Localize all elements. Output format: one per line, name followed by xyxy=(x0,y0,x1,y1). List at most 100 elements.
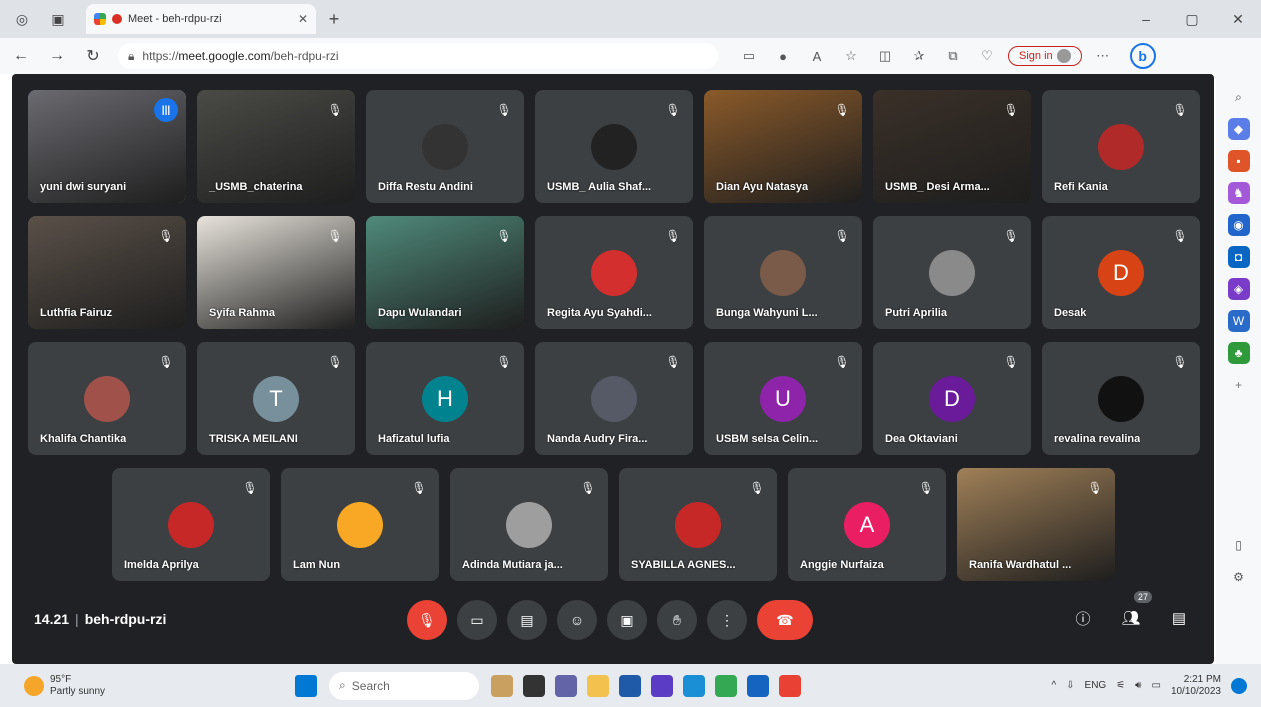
participant-tile[interactable]: 🎙︎ Dapu Wulandari xyxy=(366,216,524,329)
browser-tab-meet[interactable]: Meet - beh-rdpu-rzi ✕ xyxy=(86,4,316,34)
sidebar-outlook-icon[interactable]: ◘ xyxy=(1227,246,1250,268)
people-icon[interactable]: 👥︎ 27 xyxy=(1116,591,1152,633)
participant-tile[interactable]: D 🎙︎ Dea Oktaviani xyxy=(873,342,1031,455)
battery-icon[interactable]: ▭ xyxy=(1151,680,1160,691)
participant-tile[interactable]: H 🎙︎ Hafizatul lufia xyxy=(366,342,524,455)
camera-button[interactable]: ▭ xyxy=(457,600,497,640)
sidebar-games-icon[interactable]: ♞ xyxy=(1227,182,1250,204)
url-field[interactable]: 🔒︎ https://meet.google.com/beh-rdpu-rzi xyxy=(118,43,718,69)
participant-tile[interactable]: 🎙︎ Luthfia Fairuz xyxy=(28,216,186,329)
more-options-button[interactable]: ⋮ xyxy=(707,600,747,640)
participant-tile[interactable]: 🎙︎ Imelda Aprilya xyxy=(112,468,270,581)
participant-tile[interactable]: 🎙︎ USMB_ Aulia Shaf... xyxy=(535,90,693,203)
url-host: meet.google.com xyxy=(178,49,271,63)
more-menu-icon[interactable]: ⋯ xyxy=(1090,48,1116,64)
captions-button[interactable]: ▤ xyxy=(507,600,547,640)
tab-actions-icon[interactable]: ▣ xyxy=(44,5,72,33)
back-icon[interactable]: ← xyxy=(6,47,36,65)
sidebar-tree-icon[interactable]: ♣ xyxy=(1227,342,1250,364)
volume-icon[interactable]: 🔊︎ xyxy=(1135,680,1141,691)
participant-tile[interactable]: 🎙︎ Bunga Wahyuni L... xyxy=(704,216,862,329)
sidebar-shopping-icon[interactable]: ◆ xyxy=(1227,118,1250,140)
weather-widget[interactable]: 95°F Partly sunny xyxy=(24,674,105,698)
participant-name: Putri Aprilia xyxy=(885,307,947,319)
close-tab-icon[interactable]: ✕ xyxy=(298,12,308,26)
clock[interactable]: 2:21 PM 10/10/2023 xyxy=(1171,674,1221,698)
participant-tile[interactable]: A 🎙︎ Anggie Nurfaiza xyxy=(788,468,946,581)
file-explorer-icon[interactable] xyxy=(587,674,610,697)
participant-avatar xyxy=(591,376,637,422)
raise-hand-button[interactable]: ✋︎ xyxy=(657,600,697,640)
sidebar-search-icon[interactable]: ⌕ xyxy=(1228,86,1250,108)
new-tab-button[interactable]: + xyxy=(322,9,346,30)
close-window-icon[interactable]: ✕ xyxy=(1215,11,1261,28)
sidebar-tools-icon[interactable]: ▪ xyxy=(1227,150,1250,172)
tray-chevron-icon[interactable]: ^ xyxy=(1051,680,1056,691)
minimize-icon[interactable]: – xyxy=(1123,11,1169,28)
participant-tile[interactable]: 🎙︎ Putri Aprilia xyxy=(873,216,1031,329)
download-icon[interactable]: ⇩ xyxy=(1066,680,1074,691)
start-button[interactable] xyxy=(295,674,318,697)
language-indicator[interactable]: ENG xyxy=(1085,680,1107,691)
maps-icon[interactable] xyxy=(715,674,738,697)
split-screen-icon[interactable]: ◫ xyxy=(872,48,898,64)
outlook-icon[interactable] xyxy=(747,674,770,697)
participant-tile[interactable]: 🎙︎ Khalifa Chantika xyxy=(28,342,186,455)
forward-icon[interactable]: → xyxy=(42,47,72,65)
participant-tile[interactable]: 🎙︎ Dian Ayu Natasya xyxy=(704,90,862,203)
meeting-details-icon[interactable]: ⓘ xyxy=(1068,603,1098,633)
sidebar-word-icon[interactable]: W xyxy=(1227,310,1250,332)
teams-icon[interactable] xyxy=(555,674,578,697)
participant-tile[interactable]: D 🎙︎ Desak xyxy=(1042,216,1200,329)
participant-tile[interactable]: 🎙︎ SYABILLA AGNES... xyxy=(619,468,777,581)
maximize-icon[interactable]: ▢ xyxy=(1169,11,1215,28)
emoji-button[interactable]: ☺ xyxy=(557,600,597,640)
extensions-icon[interactable]: ♡ xyxy=(974,48,1000,64)
participant-tile[interactable]: 🎙︎ Lam Nun xyxy=(281,468,439,581)
participant-tile[interactable]: 🎙︎ Nanda Audry Fira... xyxy=(535,342,693,455)
participant-tile[interactable]: 🎙︎ _USMB_chaterina xyxy=(197,90,355,203)
camera-permission-icon[interactable]: ▭ xyxy=(736,48,762,64)
wifi-icon[interactable]: ⚟ xyxy=(1116,680,1125,691)
present-button[interactable]: ▣ xyxy=(607,600,647,640)
favorites-icon[interactable]: ✰ xyxy=(906,48,932,64)
favorite-star-icon[interactable]: ☆ xyxy=(838,48,864,64)
signin-button[interactable]: Sign in xyxy=(1008,46,1082,66)
participant-tile[interactable]: 🎙︎ Adinda Mutiara ja... xyxy=(450,468,608,581)
sidebar-settings-icon[interactable]: ⚙ xyxy=(1228,566,1250,588)
participant-tile[interactable]: 🎙︎ Diffa Restu Andini xyxy=(366,90,524,203)
mic-off-button[interactable]: 🎙︎ xyxy=(407,600,447,640)
sidebar-m365-icon[interactable]: ◉ xyxy=(1227,214,1250,236)
participant-tile[interactable]: T 🎙︎ TRISKA MEILANI xyxy=(197,342,355,455)
participant-tile[interactable]: 🎙︎ revalina revalina xyxy=(1042,342,1200,455)
store-icon[interactable] xyxy=(619,674,642,697)
task-view-icon[interactable] xyxy=(523,674,546,697)
participant-tile[interactable]: 🎙︎ Syifa Rahma xyxy=(197,216,355,329)
sidebar-panel-icon[interactable]: ▯ xyxy=(1228,534,1250,556)
participant-tile[interactable]: 🎙︎ Regita Ayu Syahdi... xyxy=(535,216,693,329)
taskbar-search[interactable]: ⌕ Search xyxy=(329,671,480,700)
mic-permission-icon[interactable]: ● xyxy=(770,49,796,64)
participant-tile[interactable]: 🎙︎ Ranifa Wardhatul ... xyxy=(957,468,1115,581)
chrome-icon[interactable] xyxy=(779,674,802,697)
edge-icon[interactable] xyxy=(683,674,706,697)
notification-icon[interactable] xyxy=(1231,677,1247,694)
sidebar-designer-icon[interactable]: ◈ xyxy=(1227,278,1250,300)
collections-icon[interactable]: ⧉ xyxy=(940,48,966,64)
participant-tile[interactable]: 🎙︎ Refi Kania xyxy=(1042,90,1200,203)
mic-muted-icon: 🎙︎ xyxy=(327,229,343,243)
refresh-icon[interactable]: ↻ xyxy=(78,46,108,66)
participant-tile[interactable]: ||| yuni dwi suryani xyxy=(28,90,186,203)
sidebar-add-icon[interactable]: + xyxy=(1228,374,1250,396)
mic-muted-icon: 🎙︎ xyxy=(1003,229,1019,243)
workspaces-icon[interactable]: ◎ xyxy=(8,5,36,33)
app-widget-icon[interactable] xyxy=(491,674,514,697)
participant-tile[interactable]: U 🎙︎ USBM selsa Celin... xyxy=(704,342,862,455)
chat-icon[interactable]: ▤ xyxy=(1164,603,1194,633)
read-aloud-icon[interactable]: A xyxy=(804,49,830,64)
clipchamp-icon[interactable] xyxy=(651,674,674,697)
leave-call-button[interactable]: ☎︎ xyxy=(757,600,813,640)
participant-avatar: D xyxy=(1098,250,1144,296)
participant-tile[interactable]: 🎙︎ USMB_ Desi Arma... xyxy=(873,90,1031,203)
bing-copilot-icon[interactable]: b xyxy=(1129,43,1156,69)
